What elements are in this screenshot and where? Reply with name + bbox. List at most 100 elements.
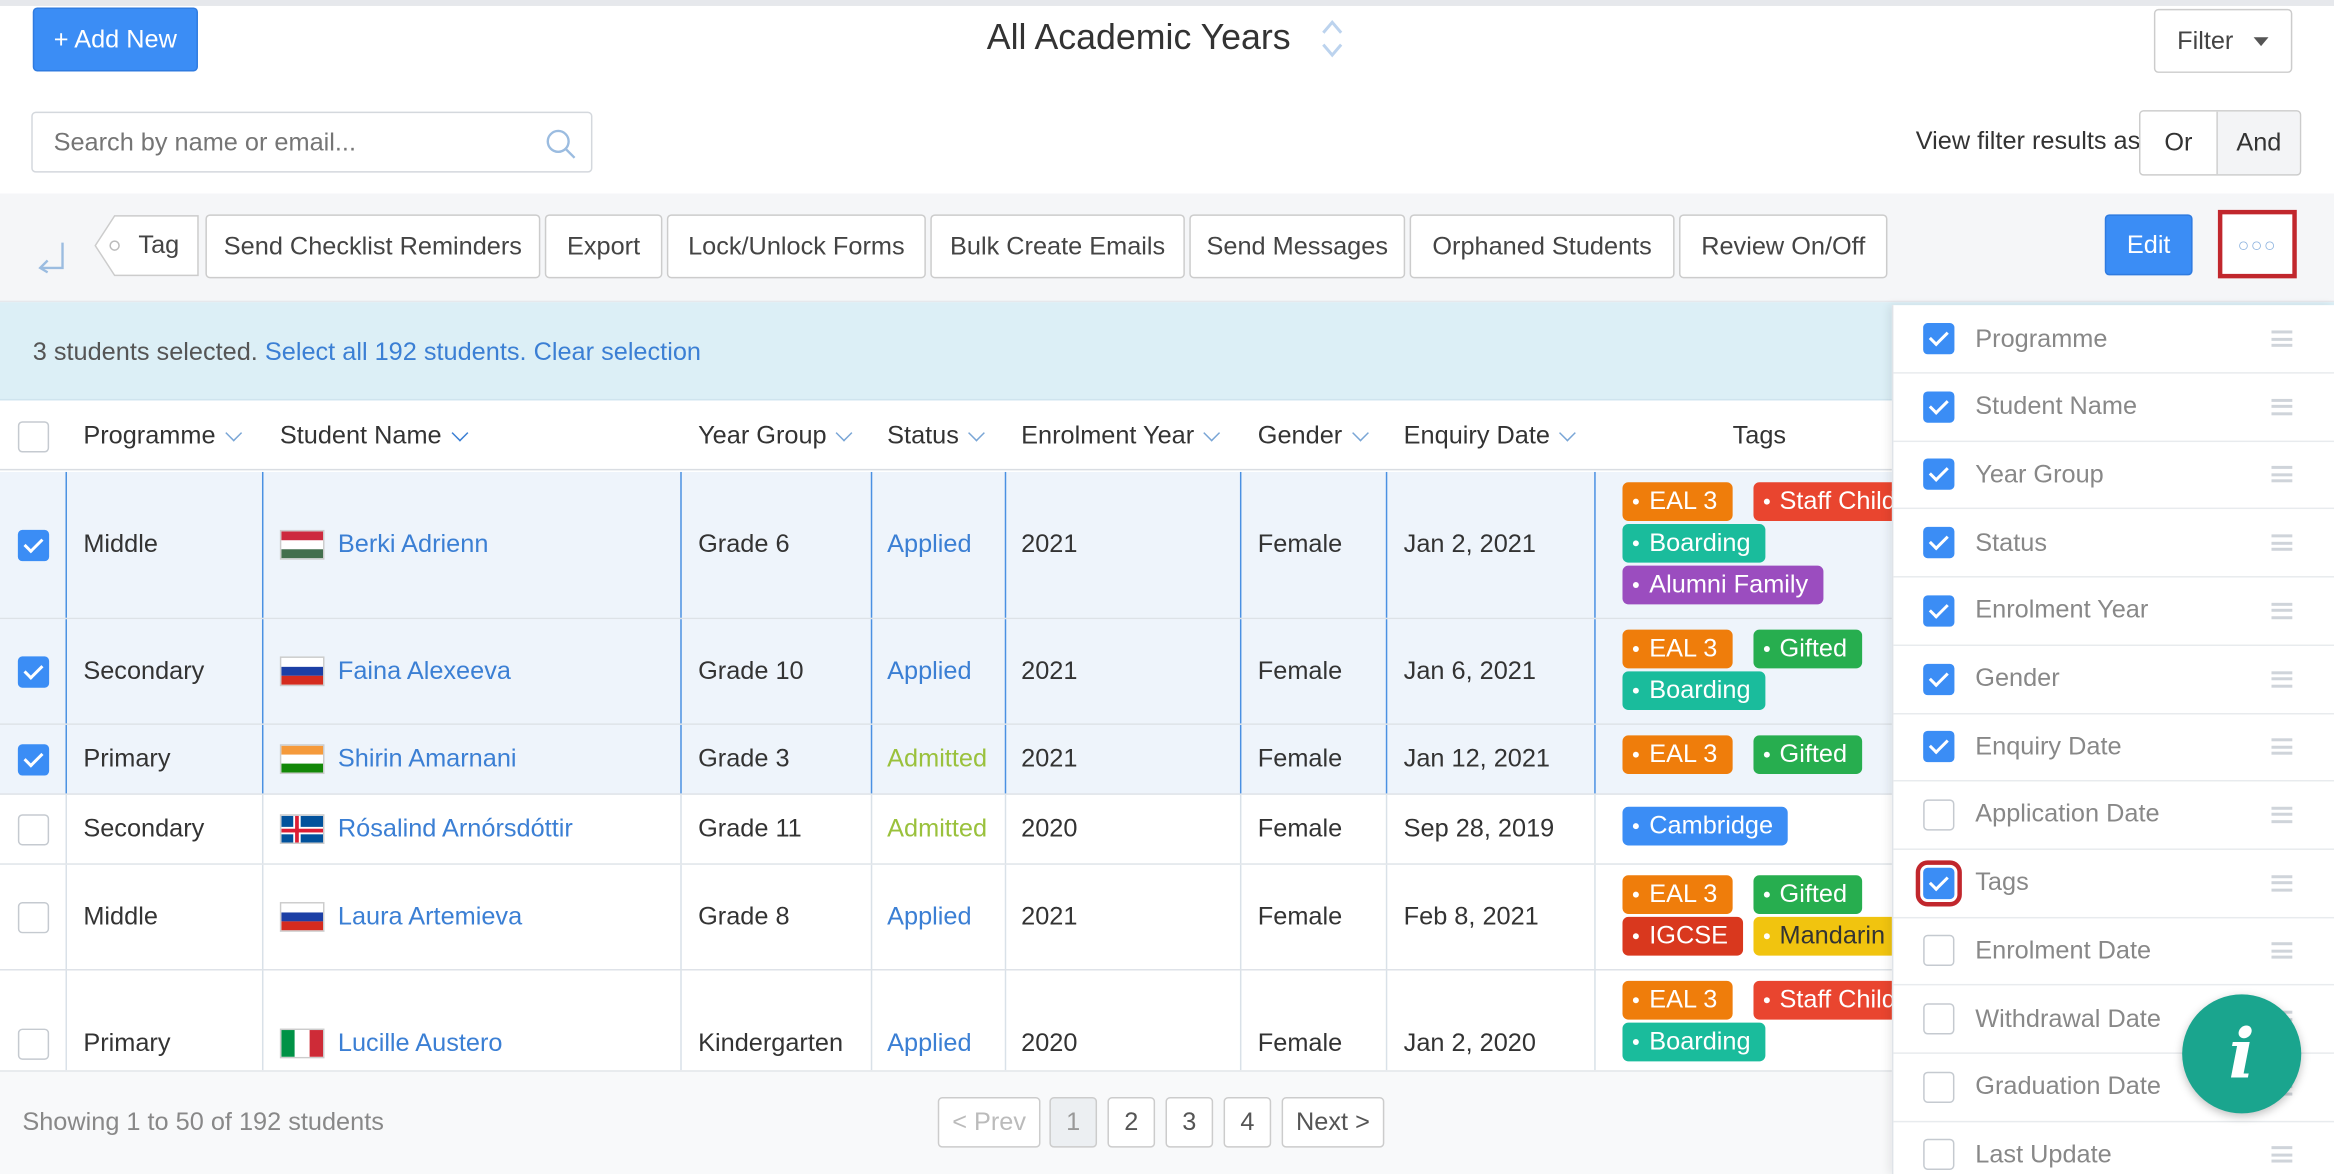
drag-handle-icon[interactable] <box>2271 398 2293 415</box>
table-row[interactable]: Middle Laura Artemieva Grade 8 Applied 2021 F… <box>0 864 1898 971</box>
page-1-button[interactable]: 1 <box>1049 1097 1098 1148</box>
drag-handle-icon[interactable] <box>2271 534 2293 551</box>
tag-badge[interactable]: EAL 3 <box>1622 629 1733 669</box>
column-toggle-item[interactable]: Student Name <box>1893 373 2334 442</box>
col-enquiry-date[interactable]: Enquiry Date <box>1404 402 1577 470</box>
table-row[interactable]: Secondary Rósalind Arnórsdóttir Grade 11 Ad… <box>0 794 1898 865</box>
tag-badge[interactable]: Gifted <box>1752 735 1862 775</box>
tag-button[interactable]: Tag <box>94 214 200 277</box>
column-toggle-item[interactable]: Tags <box>1893 849 2334 918</box>
tag-badge[interactable]: Staff Child <box>1752 482 1898 521</box>
and-button[interactable]: And <box>2217 111 2300 175</box>
row-checkbox[interactable] <box>17 1027 50 1060</box>
column-toggle-item[interactable]: Enquiry Date <box>1893 713 2334 782</box>
drag-handle-icon[interactable] <box>2271 874 2293 892</box>
tag-badge[interactable]: EAL 3 <box>1622 482 1733 521</box>
column-toggle-checkbox[interactable] <box>1923 527 1955 559</box>
student-name-link[interactable]: Lucille Austero <box>338 1029 503 1059</box>
tag-badge[interactable]: Mandarin <box>1752 916 1898 956</box>
drag-handle-icon[interactable] <box>2271 602 2293 619</box>
add-new-button[interactable]: + Add New <box>32 7 198 72</box>
drag-handle-icon[interactable] <box>2271 1146 2293 1164</box>
col-tags[interactable]: Tags <box>1733 402 1786 470</box>
column-toggle-checkbox[interactable] <box>1923 731 1955 763</box>
tag-badge[interactable]: EAL 3 <box>1622 875 1733 914</box>
row-checkbox[interactable] <box>17 901 50 933</box>
tag-badge[interactable]: Gifted <box>1752 629 1862 669</box>
table-row[interactable]: Primary Lucille Austero Kindergarten Applie… <box>0 970 1898 1071</box>
col-enrolment-year[interactable]: Enrolment Year <box>1021 402 1221 470</box>
column-toggle-item[interactable]: Programme <box>1893 305 2334 374</box>
page-2-button[interactable]: 2 <box>1107 1097 1156 1148</box>
tag-badge[interactable]: Gifted <box>1752 875 1862 914</box>
send-messages-button[interactable]: Send Messages <box>1189 214 1406 279</box>
sort-toggle-icon[interactable] <box>1320 18 1344 60</box>
export-button[interactable]: Export <box>544 214 663 279</box>
student-name-link[interactable]: Shirin Amarnani <box>338 744 517 774</box>
drag-handle-icon[interactable] <box>2271 670 2293 687</box>
column-toggle-checkbox[interactable] <box>1923 1139 1955 1171</box>
tag-badge[interactable]: Alumni Family <box>1622 565 1824 605</box>
student-name-link[interactable]: Berki Adrienn <box>338 530 489 560</box>
next-page-button[interactable]: Next > <box>1281 1097 1385 1148</box>
tag-badge[interactable]: EAL 3 <box>1622 735 1733 775</box>
select-all-checkbox[interactable] <box>17 420 50 452</box>
col-programme[interactable]: Programme <box>83 402 242 470</box>
column-toggle-item[interactable]: Year Group <box>1893 441 2334 510</box>
search-box[interactable] <box>31 111 593 173</box>
column-toggle-checkbox[interactable] <box>1923 595 1955 627</box>
row-checkbox[interactable] <box>17 743 50 775</box>
student-name-link[interactable]: Rósalind Arnórsdóttir <box>338 814 573 844</box>
col-student-name[interactable]: Student Name <box>280 402 468 470</box>
or-button[interactable]: Or <box>2140 111 2218 175</box>
page-4-button[interactable]: 4 <box>1223 1097 1272 1148</box>
prev-page-button[interactable]: < Prev <box>937 1097 1041 1148</box>
drag-handle-icon[interactable] <box>2271 330 2293 347</box>
edit-button[interactable]: Edit <box>2104 214 2193 276</box>
column-toggle-checkbox[interactable] <box>1923 799 1955 831</box>
column-options-button[interactable]: ○○○ <box>2217 209 2297 279</box>
drag-handle-icon[interactable] <box>2271 466 2293 483</box>
clear-selection-link[interactable]: Clear selection <box>534 338 701 366</box>
review-on-off-button[interactable]: Review On/Off <box>1679 214 1888 279</box>
lock-unlock-forms-button[interactable]: Lock/Unlock Forms <box>666 214 926 279</box>
tag-badge[interactable]: Staff Child <box>1752 980 1898 1020</box>
info-button[interactable]: i <box>2182 994 2302 1114</box>
column-toggle-checkbox[interactable] <box>1923 459 1955 491</box>
drag-handle-icon[interactable] <box>2271 942 2293 960</box>
row-checkbox[interactable] <box>17 655 50 687</box>
column-toggle-item[interactable]: Last Update <box>1893 1121 2334 1174</box>
tag-badge[interactable]: Boarding <box>1622 523 1766 563</box>
col-status[interactable]: Status <box>887 402 986 470</box>
tag-badge[interactable]: Boarding <box>1622 1022 1766 1062</box>
column-toggle-checkbox[interactable] <box>1923 323 1955 355</box>
column-toggle-item[interactable]: Application Date <box>1893 781 2334 850</box>
column-toggle-checkbox[interactable] <box>1923 1071 1955 1103</box>
drag-handle-icon[interactable] <box>2271 806 2293 823</box>
column-toggle-checkbox[interactable] <box>1923 935 1955 967</box>
drag-handle-icon[interactable] <box>2271 738 2293 755</box>
table-row[interactable]: Secondary Faina Alexeeva Grade 10 Applied 20… <box>0 619 1898 725</box>
column-toggle-checkbox[interactable] <box>1915 859 1962 906</box>
column-toggle-checkbox[interactable] <box>1923 391 1955 423</box>
col-gender[interactable]: Gender <box>1258 402 1369 470</box>
column-toggle-item[interactable]: Gender <box>1893 645 2334 714</box>
select-all-link[interactable]: Select all 192 students. <box>265 338 527 366</box>
student-name-link[interactable]: Laura Artemieva <box>338 902 522 932</box>
tag-badge[interactable]: Cambridge <box>1622 806 1788 846</box>
student-name-link[interactable]: Faina Alexeeva <box>338 656 511 686</box>
orphaned-students-button[interactable]: Orphaned Students <box>1409 214 1675 279</box>
column-toggle-item[interactable]: Status <box>1893 509 2334 578</box>
tag-badge[interactable]: EAL 3 <box>1622 980 1733 1020</box>
table-row[interactable]: Primary Shirin Amarnani Grade 3 Admitted 202… <box>0 724 1898 795</box>
column-toggle-checkbox[interactable] <box>1923 663 1955 695</box>
table-row[interactable]: Middle Berki Adrienn Grade 6 Applied 2021 Fem… <box>0 471 1898 620</box>
column-toggle-checkbox[interactable] <box>1923 1003 1955 1035</box>
row-checkbox[interactable] <box>17 813 50 845</box>
filter-button[interactable]: Filter <box>2153 8 2293 73</box>
row-checkbox[interactable] <box>17 529 50 561</box>
column-toggle-item[interactable]: Enrolment Year <box>1893 577 2334 646</box>
column-toggle-item[interactable]: Enrolment Date <box>1893 917 2334 986</box>
col-year-group[interactable]: Year Group <box>698 402 853 470</box>
tag-badge[interactable]: Boarding <box>1622 671 1766 711</box>
